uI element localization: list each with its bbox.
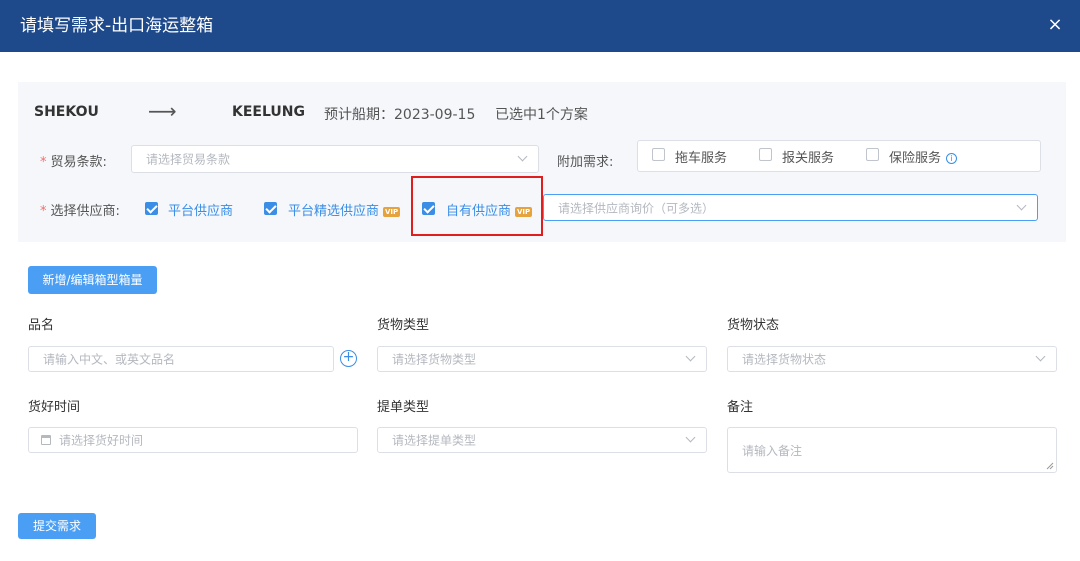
platform-supplier-label[interactable]: 平台供应商 [168,200,233,219]
supplier-inquiry-select[interactable]: 请选择供应商询价（可多选） [543,194,1038,221]
dialog-title: 请填写需求-出口海运整箱 [20,16,214,36]
close-icon[interactable]: × [1044,14,1066,36]
customs-service-checkbox[interactable] [759,148,772,161]
destination-port: KEELUNG [232,104,305,120]
cargo-status-placeholder: 请选择货物状态 [742,352,827,367]
info-icon[interactable]: i [946,153,958,164]
ready-time-label: 货好时间 [28,400,81,415]
cargo-type-label: 货物类型 [377,318,430,333]
cargo-type-select[interactable]: 请选择货物类型 [377,346,707,372]
chevron-down-icon [1016,200,1027,210]
ready-time-placeholder: 请选择货好时间 [59,433,144,448]
bl-type-placeholder: 请选择提单类型 [392,433,477,448]
cargo-status-select[interactable]: 请选择货物状态 [727,346,1057,372]
arrow-right-icon: ⟶ [148,99,177,123]
submit-button[interactable]: 提交需求 [18,513,96,539]
cargo-type-placeholder: 请选择货物类型 [392,352,477,367]
chevron-down-icon [517,151,528,162]
add-product-icon[interactable]: + [340,350,357,367]
ready-time-picker[interactable]: 请选择货好时间 [28,427,358,453]
remark-textarea[interactable]: 请输入备注 [727,427,1057,473]
towing-service-checkbox[interactable] [652,148,665,161]
chevron-down-icon [1035,351,1046,362]
selected-supplier-label[interactable]: 平台精选供应商 VIP [288,200,401,219]
selected-plan-text: 已选中1个方案 [495,107,588,123]
dialog-header: 请填写需求-出口海运整箱 × [0,0,1080,52]
highlight-box [411,176,543,236]
insurance-service-label[interactable]: 保险服务 i [889,147,958,166]
towing-service-label[interactable]: 拖车服务 [675,147,727,166]
product-name-placeholder: 请输入中文、或英文品名 [43,352,176,367]
insurance-service-checkbox[interactable] [866,148,879,161]
extra-requirements-label: 附加需求: [557,155,614,170]
resize-handle-icon[interactable] [1046,462,1054,470]
chevron-down-icon [685,351,696,362]
platform-supplier-checkbox[interactable] [145,202,158,215]
supplier-inquiry-placeholder: 请选择供应商询价（可多选） [558,201,715,215]
supplier-label: * 选择供应商: [40,204,120,219]
etd-info: 预计船期：2023-09-15 [324,104,475,124]
calendar-icon [41,435,51,445]
origin-port: SHEKOU [34,104,99,120]
product-name-label: 品名 [28,318,55,333]
remark-label: 备注 [727,400,754,415]
cargo-status-label: 货物状态 [727,318,780,333]
bl-type-select[interactable]: 请选择提单类型 [377,427,707,453]
bl-type-label: 提单类型 [377,400,430,415]
customs-service-label[interactable]: 报关服务 [782,147,834,166]
etd-label: 预计船期： [324,107,394,123]
product-name-input[interactable]: 请输入中文、或英文品名 [28,346,334,372]
trade-terms-placeholder: 请选择贸易条款 [146,152,231,167]
trade-terms-label: * 贸易条款: [40,155,107,170]
trade-terms-select[interactable]: 请选择贸易条款 [131,145,539,173]
remark-placeholder: 请输入备注 [742,444,803,458]
chevron-down-icon [685,432,696,443]
etd-value: 2023-09-15 [394,107,476,123]
vip-badge: VIP [383,206,401,217]
selected-supplier-checkbox[interactable] [264,202,277,215]
add-edit-container-button[interactable]: 新增/编辑箱型箱量 [28,266,157,294]
